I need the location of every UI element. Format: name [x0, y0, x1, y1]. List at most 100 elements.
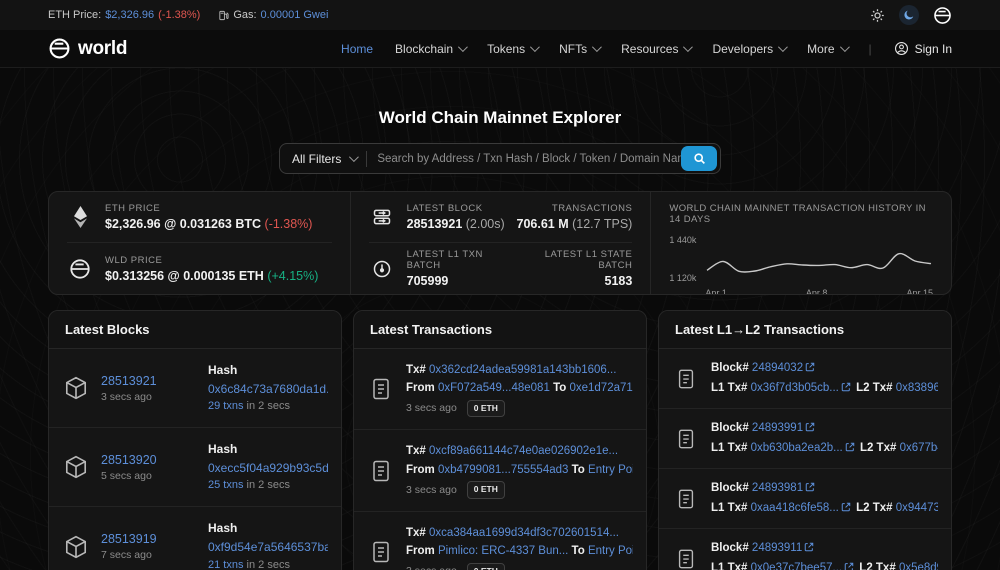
receipt-icon: [367, 377, 395, 401]
l1-tx-link[interactable]: 0xb630ba2ea2b...: [751, 442, 843, 454]
nav-item-tokens[interactable]: Tokens: [487, 42, 540, 56]
wld-price-stat-value[interactable]: $0.313256 @ 0.000135 ETH: [105, 269, 264, 283]
l1-txn-batch-value[interactable]: 705999: [407, 274, 449, 288]
block-txns-link[interactable]: 21 txns: [208, 559, 243, 570]
theme-toggle-button[interactable]: [899, 5, 919, 25]
tx-age: 3 secs ago: [406, 402, 457, 415]
x-axis-tick-start: Apr 1: [705, 288, 727, 295]
block-hash-link[interactable]: 0x6c84c73a7680da1d...: [208, 382, 328, 396]
tx-from-link[interactable]: 0xF072a549...48e081: [438, 382, 550, 394]
cube-icon: [62, 454, 90, 480]
nav-item-blockchain[interactable]: Blockchain: [395, 42, 468, 56]
nav-item-resources[interactable]: Resources: [621, 42, 694, 56]
chevron-down-icon: [349, 152, 360, 163]
nav-item-nfts[interactable]: NFTs: [559, 42, 602, 56]
eth-price-label: ETH Price:: [48, 9, 102, 21]
l1-tx-link[interactable]: 0x0e37c7bee57...: [751, 562, 842, 570]
block-age: 3 secs ago: [101, 390, 152, 403]
eth-price-change: (-1.38%): [158, 9, 201, 21]
l1-state-batch-value[interactable]: 5183: [605, 274, 633, 288]
brand-logo[interactable]: world: [48, 37, 127, 60]
l2-tx-link[interactable]: 0x5e8d996055f8...: [899, 562, 938, 570]
external-link-icon[interactable]: [844, 562, 854, 570]
tx-to-link[interactable]: Entry Point 0.7.0: [588, 464, 633, 476]
tx-hash-link[interactable]: 0x362cd24adea59981a143bb1606...: [429, 364, 616, 376]
transaction-row: Tx# 0xcf89a661144c74e0ae026902e1e... Fro…: [354, 430, 646, 512]
l1-tx-link[interactable]: 0x36f7d3b05cb...: [751, 382, 839, 394]
l2-tx-label: L2 Tx#: [859, 561, 896, 570]
from-label: From: [406, 382, 435, 395]
settings-button[interactable]: [870, 8, 885, 23]
eth-price-link[interactable]: $2,326.96: [105, 9, 154, 21]
block-row: 28513919 7 secs ago Hash 0xf9d54e7a56465…: [49, 507, 341, 570]
l1l2-block-link[interactable]: 24894032: [752, 362, 803, 374]
external-link-icon[interactable]: [805, 422, 815, 432]
l1-tx-label: L1 Tx#: [711, 501, 748, 514]
external-link-icon[interactable]: [841, 382, 851, 392]
tx-age: 3 secs ago: [406, 563, 457, 570]
search-button[interactable]: [681, 146, 717, 171]
block-number-link[interactable]: 28513920: [101, 453, 157, 467]
gas-indicator: Gas: 0.00001 Gwei: [218, 9, 328, 21]
l2-tx-label: L2 Tx#: [856, 501, 893, 514]
transactions-value[interactable]: 706.61 M: [517, 217, 569, 231]
l1-tx-link[interactable]: 0xaa418c6fe58...: [751, 502, 839, 514]
external-link-icon[interactable]: [805, 362, 815, 372]
chain-stats-column: LATEST BLOCK 28513921 (2.00s) TRANSACTIO…: [349, 192, 651, 294]
latest-block-value[interactable]: 28513921: [407, 217, 463, 231]
external-link-icon[interactable]: [845, 442, 855, 452]
eth-price-stat-value[interactable]: $2,326.96 @ 0.031263 BTC: [105, 217, 261, 231]
tx-label: Tx#: [406, 445, 426, 458]
wld-token-icon: [67, 258, 93, 280]
block-txns-time: in 2 secs: [246, 479, 290, 492]
search-divider: [366, 150, 368, 167]
block-txns-time: in 2 secs: [246, 558, 290, 570]
external-link-icon[interactable]: [805, 482, 815, 492]
l2-tx-link[interactable]: 0x944731e19ad...: [896, 502, 938, 514]
l1l2-block-link[interactable]: 24893911: [752, 542, 802, 554]
block-txns-link[interactable]: 29 txns: [208, 400, 243, 412]
tx-to-link[interactable]: Entry Point 0.7.0: [588, 545, 633, 557]
block-number-link[interactable]: 28513919: [101, 532, 157, 546]
cube-icon: [62, 534, 90, 560]
block-label: Block#: [711, 482, 749, 495]
nav-item-developers[interactable]: Developers: [712, 42, 789, 56]
tx-from-link[interactable]: Pimlico: ERC-4337 Bun...: [438, 545, 568, 557]
block-hash-link[interactable]: 0xf9d54e7a5646537ba...: [208, 540, 328, 554]
block-txns-link[interactable]: 25 txns: [208, 479, 243, 491]
chevron-down-icon: [530, 42, 540, 53]
search-input[interactable]: [377, 152, 681, 165]
eth-price-stat-label: ETH PRICE: [105, 203, 161, 214]
world-logo-icon: [48, 37, 71, 60]
nav-item-home[interactable]: Home: [341, 42, 373, 56]
l1l2-block-link[interactable]: 24893981: [752, 482, 803, 494]
tx-to-link[interactable]: 0xe1d72a71...b9e8D64: [569, 382, 633, 394]
tx-hash-link[interactable]: 0xca384aa1699d34df3c702601514...: [429, 527, 619, 539]
tx-amount-badge: 0 ETH: [466, 481, 505, 499]
transaction-row: Tx# 0x362cd24adea59981a143bb1606... From…: [354, 349, 646, 431]
tx-from-link[interactable]: 0xb4799081...755554ad3: [438, 464, 568, 476]
sign-in-button[interactable]: Sign In: [894, 41, 952, 56]
x-axis-tick-end: Apr 15: [906, 288, 933, 295]
gas-value-link[interactable]: 0.00001 Gwei: [261, 9, 329, 21]
block-number-link[interactable]: 28513921: [101, 374, 157, 388]
search-filter-dropdown[interactable]: All Filters: [292, 152, 360, 166]
l2-tx-link[interactable]: 0x677b49c4d61...: [900, 442, 938, 454]
to-label: To: [571, 545, 585, 558]
block-hash-link[interactable]: 0xecc5f04a929b93c5d...: [208, 461, 328, 475]
tx-history-chart: WORLD CHAIN MAINNET TRANSACTION HISTORY …: [650, 192, 951, 295]
block-row: 28513921 3 secs ago Hash 0x6c84c73a7680d…: [49, 349, 341, 429]
receipt-icon: [367, 540, 395, 564]
network-switcher-button[interactable]: [933, 6, 952, 25]
l1l2-block-link[interactable]: 24893991: [752, 422, 803, 434]
nav-item-more[interactable]: More: [807, 42, 850, 56]
l2-tx-link[interactable]: 0x8389643bd3d...: [896, 382, 938, 394]
external-link-icon[interactable]: [804, 542, 814, 552]
tx-hash-link[interactable]: 0xcf89a661144c74e0ae026902e1e...: [429, 445, 618, 457]
external-link-icon[interactable]: [841, 502, 851, 512]
tx-label: Tx#: [406, 364, 426, 376]
nav-divider: |: [868, 41, 872, 56]
main-nav: world Home Blockchain Tokens NFTs Resour…: [0, 30, 1000, 68]
l2-tx-label: L2 Tx#: [859, 441, 897, 454]
hash-label: Hash: [208, 363, 238, 377]
